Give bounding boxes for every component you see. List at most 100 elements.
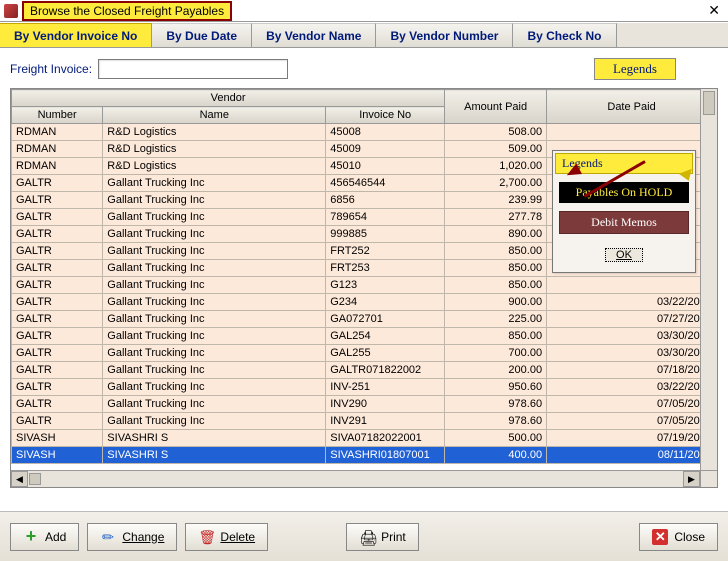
cell-invoice: 789654 <box>326 209 445 226</box>
header-vendor-group[interactable]: Vendor <box>12 90 445 107</box>
cell-number: SIVASH <box>12 430 103 447</box>
cell-number: GALTR <box>12 243 103 260</box>
tab-row: By Vendor Invoice No By Due Date By Vend… <box>0 22 728 48</box>
cell-amount: 1,020.00 <box>445 158 547 175</box>
tab-check-no[interactable]: By Check No <box>513 23 616 47</box>
cell-amount: 850.00 <box>445 277 547 294</box>
hscroll-thumb[interactable] <box>29 473 41 485</box>
cell-date: 08/11/2022 <box>547 447 717 464</box>
table-row[interactable]: SIVASHSIVASHRI SSIVASHRI01807001400.0008… <box>12 447 717 464</box>
table-row[interactable]: GALTRGallant Trucking IncGALTR0718220022… <box>12 362 717 379</box>
cell-number: SIVASH <box>12 447 103 464</box>
cell-amount: 950.60 <box>445 379 547 396</box>
cell-amount: 890.00 <box>445 226 547 243</box>
cell-number: GALTR <box>12 328 103 345</box>
cell-number: GALTR <box>12 175 103 192</box>
print-button[interactable]: 🖨Print <box>346 523 419 551</box>
cell-number: GALTR <box>12 345 103 362</box>
cell-number: GALTR <box>12 226 103 243</box>
cell-number: GALTR <box>12 396 103 413</box>
cell-amount: 978.60 <box>445 413 547 430</box>
cell-number: GALTR <box>12 294 103 311</box>
cell-invoice: FRT253 <box>326 260 445 277</box>
cell-invoice: G234 <box>326 294 445 311</box>
cell-amount: 978.60 <box>445 396 547 413</box>
table-row[interactable]: GALTRGallant Trucking IncGA072701225.000… <box>12 311 717 328</box>
cell-invoice: GAL255 <box>326 345 445 362</box>
window-close-icon[interactable]: ✕ <box>704 2 724 19</box>
cell-invoice: SIVASHRI01807001 <box>326 447 445 464</box>
vertical-scrollbar[interactable] <box>700 89 717 470</box>
cell-amount: 700.00 <box>445 345 547 362</box>
table-row[interactable]: GALTRGallant Trucking IncG123850.00 <box>12 277 717 294</box>
cell-invoice: G123 <box>326 277 445 294</box>
cell-name: R&D Logistics <box>103 158 326 175</box>
cell-invoice: SIVA07182022001 <box>326 430 445 447</box>
table-row[interactable]: GALTRGallant Trucking IncINV-251950.6003… <box>12 379 717 396</box>
header-amount[interactable]: Amount Paid <box>445 90 547 124</box>
cell-name: Gallant Trucking Inc <box>103 345 326 362</box>
cell-date: 03/30/2022 <box>547 328 717 345</box>
cell-invoice: 45010 <box>326 158 445 175</box>
cell-invoice: FRT252 <box>326 243 445 260</box>
cell-date: 03/22/2022 <box>547 379 717 396</box>
cell-name: R&D Logistics <box>103 141 326 158</box>
tab-vendor-invoice-no[interactable]: By Vendor Invoice No <box>0 23 152 47</box>
cell-amount: 500.00 <box>445 430 547 447</box>
cell-name: Gallant Trucking Inc <box>103 294 326 311</box>
scroll-corner <box>700 470 717 487</box>
cell-number: GALTR <box>12 379 103 396</box>
header-number[interactable]: Number <box>12 107 103 124</box>
cell-name: Gallant Trucking Inc <box>103 209 326 226</box>
close-button[interactable]: ✕Close <box>639 523 718 551</box>
table-row[interactable]: GALTRGallant Trucking IncGAL254850.0003/… <box>12 328 717 345</box>
cell-invoice: 45009 <box>326 141 445 158</box>
cell-name: Gallant Trucking Inc <box>103 362 326 379</box>
header-invoice[interactable]: Invoice No <box>326 107 445 124</box>
pencil-icon: ✎ <box>97 525 120 548</box>
cell-name: Gallant Trucking Inc <box>103 192 326 209</box>
delete-button[interactable]: 🗑Delete <box>185 523 268 551</box>
legend-ok-button[interactable]: OK <box>605 248 643 262</box>
cell-number: GALTR <box>12 311 103 328</box>
cell-amount: 200.00 <box>445 362 547 379</box>
header-date[interactable]: Date Paid <box>547 90 717 124</box>
cell-amount: 400.00 <box>445 447 547 464</box>
change-button[interactable]: ✎Change <box>87 523 177 551</box>
scroll-right-icon[interactable]: ▶ <box>683 471 700 487</box>
freight-invoice-input[interactable] <box>98 59 288 79</box>
table-row[interactable]: GALTRGallant Trucking IncINV291978.6007/… <box>12 413 717 430</box>
cell-name: Gallant Trucking Inc <box>103 260 326 277</box>
cell-amount: 850.00 <box>445 328 547 345</box>
cell-date <box>547 277 717 294</box>
cell-date: 03/22/2022 <box>547 294 717 311</box>
tab-vendor-number[interactable]: By Vendor Number <box>376 23 513 47</box>
horizontal-scrollbar[interactable]: ◀ ▶ <box>11 470 700 487</box>
scroll-left-icon[interactable]: ◀ <box>11 471 28 487</box>
table-row[interactable]: GALTRGallant Trucking IncG234900.0003/22… <box>12 294 717 311</box>
cell-invoice: INV290 <box>326 396 445 413</box>
cell-name: SIVASHRI S <box>103 430 326 447</box>
filter-label: Freight Invoice: <box>10 62 92 76</box>
add-button[interactable]: +Add <box>10 523 79 551</box>
cell-amount: 850.00 <box>445 260 547 277</box>
header-name[interactable]: Name <box>103 107 326 124</box>
legends-button[interactable]: Legends <box>594 58 676 80</box>
cell-name: SIVASHRI S <box>103 447 326 464</box>
cell-date: 07/05/2022 <box>547 396 717 413</box>
tab-vendor-name[interactable]: By Vendor Name <box>252 23 376 47</box>
scroll-thumb[interactable] <box>703 91 715 115</box>
table-row[interactable]: GALTRGallant Trucking IncGAL255700.0003/… <box>12 345 717 362</box>
close-icon: ✕ <box>652 529 668 545</box>
table-row[interactable]: SIVASHSIVASHRI SSIVA07182022001500.0007/… <box>12 430 717 447</box>
printer-icon: 🖨 <box>359 529 375 545</box>
table-row[interactable]: GALTRGallant Trucking IncINV290978.6007/… <box>12 396 717 413</box>
cell-name: Gallant Trucking Inc <box>103 311 326 328</box>
cell-invoice: 456546544 <box>326 175 445 192</box>
cell-amount: 239.99 <box>445 192 547 209</box>
cell-invoice: GAL254 <box>326 328 445 345</box>
cell-name: Gallant Trucking Inc <box>103 243 326 260</box>
tab-due-date[interactable]: By Due Date <box>152 23 252 47</box>
table-row[interactable]: RDMANR&D Logistics45008508.00 <box>12 124 717 141</box>
cell-number: GALTR <box>12 192 103 209</box>
